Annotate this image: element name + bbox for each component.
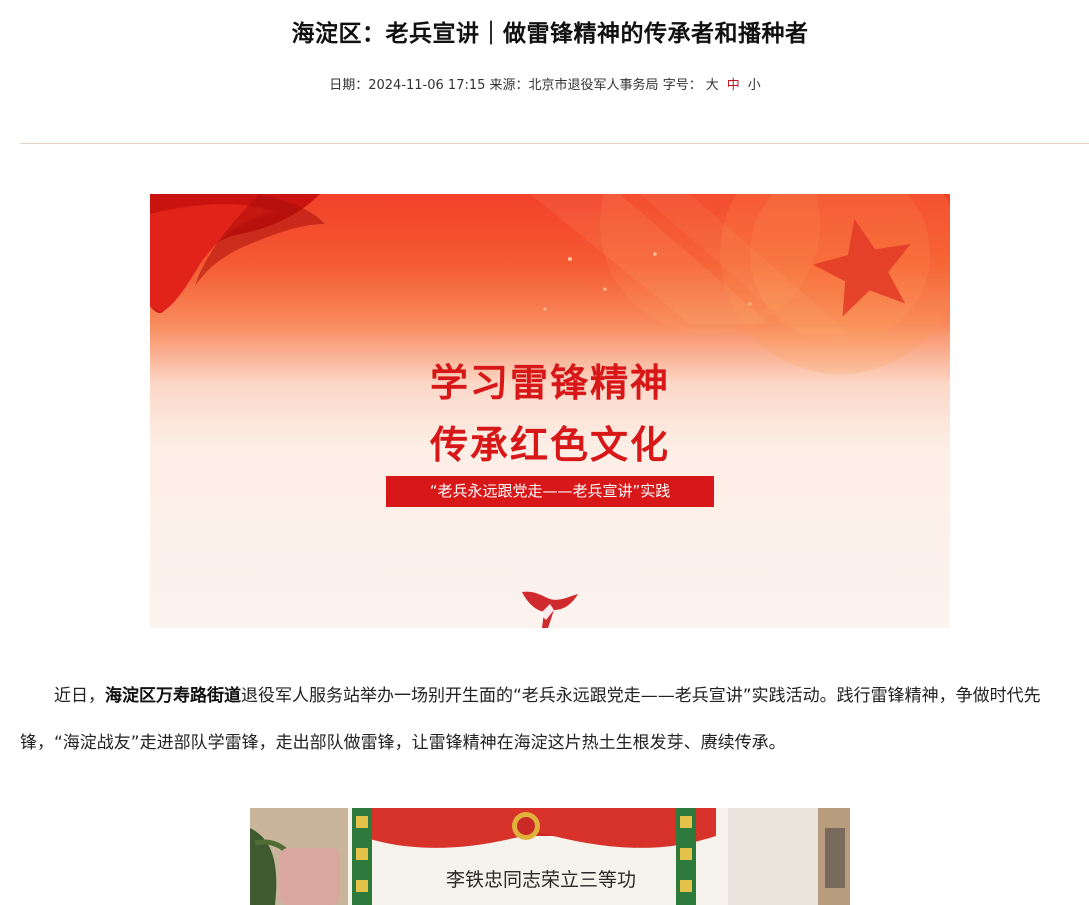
source-value: 北京市退役军人事务局 [528, 78, 659, 93]
font-size-small-button[interactable]: 小 [748, 78, 761, 93]
date-label: 日期： [329, 78, 369, 93]
banner-background-graphic [150, 194, 950, 374]
date-value: 2024-11-06 17:15 [368, 78, 486, 93]
font-size-medium-button[interactable]: 中 [727, 78, 740, 93]
certificate-photo-graphic: 李铁忠同志荣立三等功 [250, 808, 850, 905]
banner-headline-line1: 学习雷锋精神 [429, 361, 670, 405]
certificate-text: 李铁忠同志荣立三等功 [446, 869, 636, 891]
fontsize-label: 字号： [662, 78, 702, 93]
certificate-photo: 李铁忠同志荣立三等功 [250, 808, 850, 905]
source-label: 来源： [489, 78, 529, 93]
article-banner-image: 学习雷锋精神 传承红色文化 “老兵永远跟党走——老兵宣讲”实践 [150, 194, 950, 628]
article-paragraph: 近日，海淀区万寿路街道退役军人服务站举办一场别开生面的“老兵永远跟党走——老兵宣… [20, 673, 1075, 767]
banner-tagline: “老兵永远跟党走——老兵宣讲”实践 [386, 476, 714, 507]
title-divider [20, 143, 1089, 144]
paragraph-bold-location: 海淀区万寿路街道 [105, 686, 241, 706]
font-size-large-button[interactable]: 大 [706, 78, 719, 93]
article-meta: 日期：2024-11-06 17:15 来源：北京市退役军人事务局 字号： 大中小 [0, 74, 1089, 93]
page-title: 海淀区：老兵宣讲｜做雷锋精神的传承者和播种者 [291, 21, 809, 47]
banner-headline-line2: 传承红色文化 [429, 423, 670, 467]
paragraph-lead: 近日， [54, 686, 105, 706]
flag-torch-logo-icon [522, 591, 578, 628]
